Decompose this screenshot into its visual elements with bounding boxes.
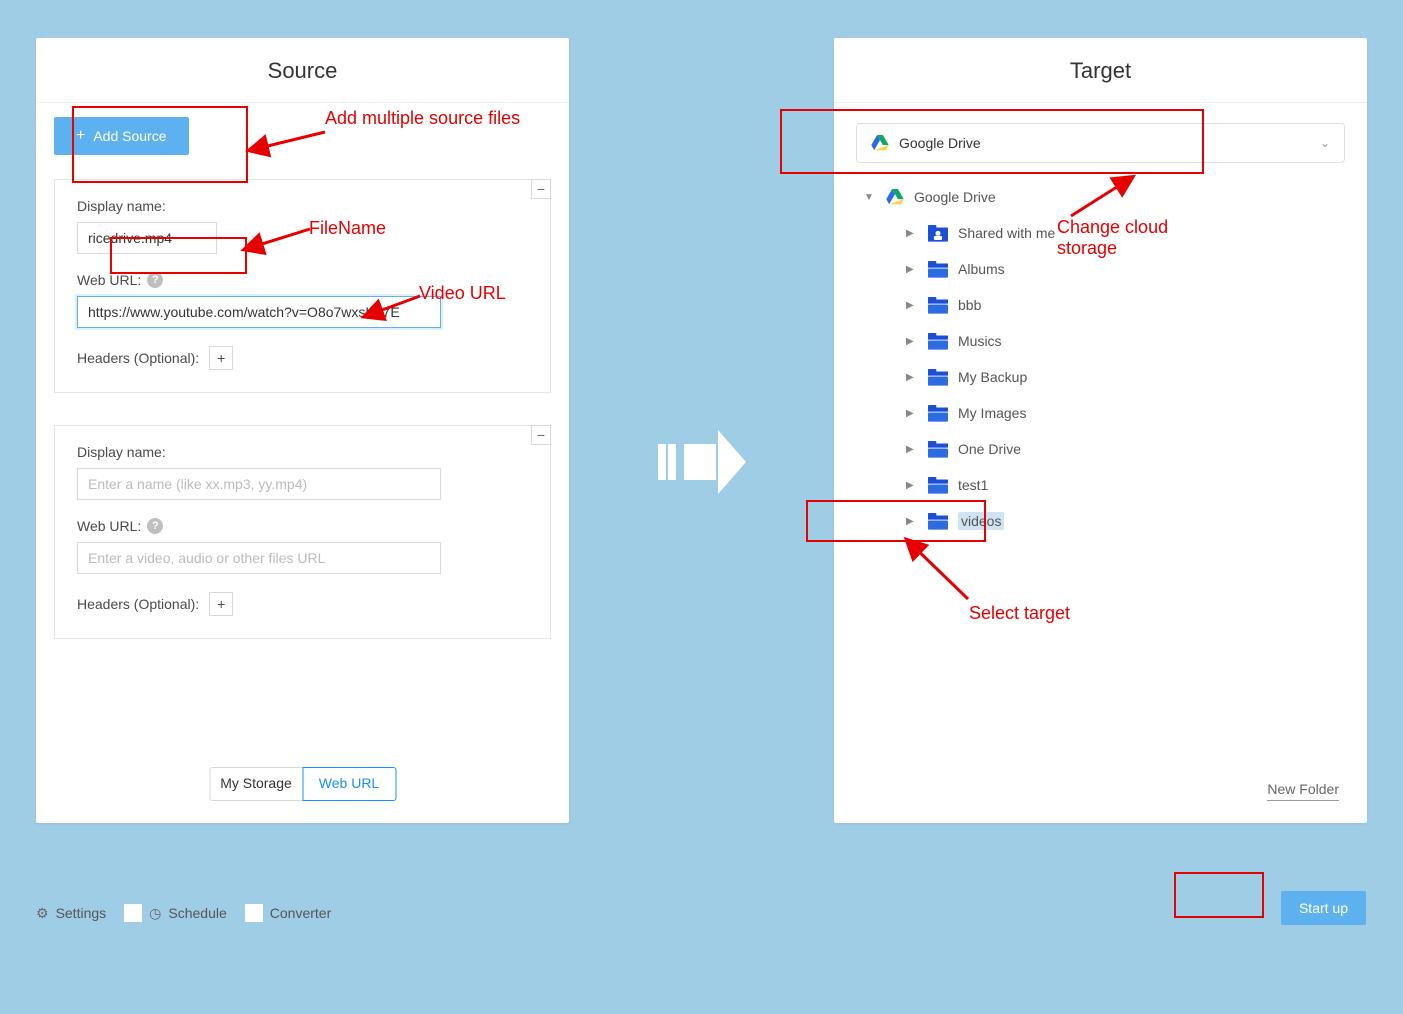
tree-folder-label: Shared with me: [958, 225, 1055, 241]
tree-folder-label: bbb: [958, 297, 981, 313]
collapse-button[interactable]: −: [531, 179, 551, 199]
folder-icon: [928, 297, 948, 313]
display-name-label: Display name:: [77, 198, 528, 214]
source-card: − Display name: Web URL: ? Headers (Opti…: [54, 425, 551, 639]
clock-icon: ◷: [149, 905, 161, 922]
tree-folder-label: Musics: [958, 333, 1002, 349]
tree-folder[interactable]: ▶ videos: [864, 503, 1345, 539]
converter-checkbox[interactable]: [245, 904, 263, 922]
settings-button[interactable]: ⚙ Settings: [36, 905, 106, 922]
chevron-down-icon: ⌄: [1320, 136, 1330, 150]
add-source-label: Add Source: [93, 128, 166, 144]
web-url-input[interactable]: [77, 296, 441, 328]
tab-my-storage[interactable]: My Storage: [209, 767, 303, 801]
tree-folder-label: My Backup: [958, 369, 1027, 385]
display-name-label: Display name:: [77, 444, 528, 460]
caret-right-icon: ▶: [906, 372, 918, 383]
google-drive-icon: [871, 135, 889, 151]
tree-folder-label: One Drive: [958, 441, 1021, 457]
tree-folder[interactable]: ▶ Shared with me: [864, 215, 1345, 251]
tree-folder[interactable]: ▶ Albums: [864, 251, 1345, 287]
cloud-storage-label: Google Drive: [899, 135, 981, 151]
tree-folder[interactable]: ▶ Musics: [864, 323, 1345, 359]
caret-down-icon: ▼: [864, 192, 876, 203]
display-name-input[interactable]: [77, 468, 441, 500]
transfer-arrow-icon: [658, 430, 746, 494]
tree-folder[interactable]: ▶ My Images: [864, 395, 1345, 431]
tree-folder-label: test1: [958, 477, 988, 493]
tab-web-url[interactable]: Web URL: [302, 767, 396, 801]
web-url-label: Web URL:: [77, 518, 141, 534]
caret-right-icon: ▶: [906, 408, 918, 419]
folder-icon: [928, 405, 948, 421]
shared-folder-icon: [928, 225, 948, 241]
folder-icon: [928, 333, 948, 349]
tree-folder-label: My Images: [958, 405, 1026, 421]
schedule-checkbox[interactable]: [124, 904, 142, 922]
folder-icon: [928, 369, 948, 385]
tree-folder-label: Albums: [958, 261, 1005, 277]
google-drive-icon: [886, 189, 904, 205]
folder-tree: ▼ Google Drive ▶ Shared with me ▶ Albums ▶ bb…: [856, 179, 1345, 539]
converter-label: Converter: [270, 905, 331, 921]
source-title: Source: [36, 38, 569, 103]
new-folder-button[interactable]: New Folder: [1267, 781, 1339, 801]
tree-root-label: Google Drive: [914, 189, 996, 205]
collapse-button[interactable]: −: [531, 425, 551, 445]
tree-root[interactable]: ▼ Google Drive: [864, 179, 1345, 215]
tree-folder-label: videos: [958, 512, 1004, 530]
start-up-button[interactable]: Start up: [1281, 891, 1366, 925]
headers-label: Headers (Optional):: [77, 596, 199, 612]
tree-folder[interactable]: ▶ My Backup: [864, 359, 1345, 395]
schedule-label: Schedule: [168, 905, 226, 921]
settings-label: Settings: [56, 905, 107, 921]
folder-icon: [928, 477, 948, 493]
tree-folder[interactable]: ▶ One Drive: [864, 431, 1345, 467]
add-header-button[interactable]: +: [209, 346, 233, 370]
web-url-label: Web URL:: [77, 272, 141, 288]
target-title: Target: [834, 38, 1367, 103]
web-url-input[interactable]: [77, 542, 441, 574]
cloud-storage-select[interactable]: Google Drive ⌄: [856, 123, 1345, 163]
caret-right-icon: ▶: [906, 264, 918, 275]
bottom-toolbar: ⚙ Settings ◷ Schedule Converter: [36, 904, 1367, 922]
caret-right-icon: ▶: [906, 480, 918, 491]
caret-right-icon: ▶: [906, 336, 918, 347]
folder-icon: [928, 261, 948, 277]
source-panel: Source + Add Source − Display name: Web …: [36, 38, 569, 823]
add-header-button[interactable]: +: [209, 592, 233, 616]
folder-icon: [928, 441, 948, 457]
target-panel: Target Google Drive ⌄ ▼ Google Dri: [834, 38, 1367, 823]
caret-right-icon: ▶: [906, 516, 918, 527]
display-name-input[interactable]: [77, 222, 217, 254]
tree-folder[interactable]: ▶ test1: [864, 467, 1345, 503]
plus-icon: +: [76, 127, 85, 145]
help-icon[interactable]: ?: [147, 272, 163, 288]
caret-right-icon: ▶: [906, 300, 918, 311]
caret-right-icon: ▶: [906, 228, 918, 239]
source-card: − Display name: Web URL: ? Headers (Opti…: [54, 179, 551, 393]
folder-icon: [928, 513, 948, 529]
tree-folder[interactable]: ▶ bbb: [864, 287, 1345, 323]
caret-right-icon: ▶: [906, 444, 918, 455]
help-icon[interactable]: ?: [147, 518, 163, 534]
gear-icon: ⚙: [36, 905, 49, 922]
headers-label: Headers (Optional):: [77, 350, 199, 366]
add-source-button[interactable]: + Add Source: [54, 117, 189, 155]
